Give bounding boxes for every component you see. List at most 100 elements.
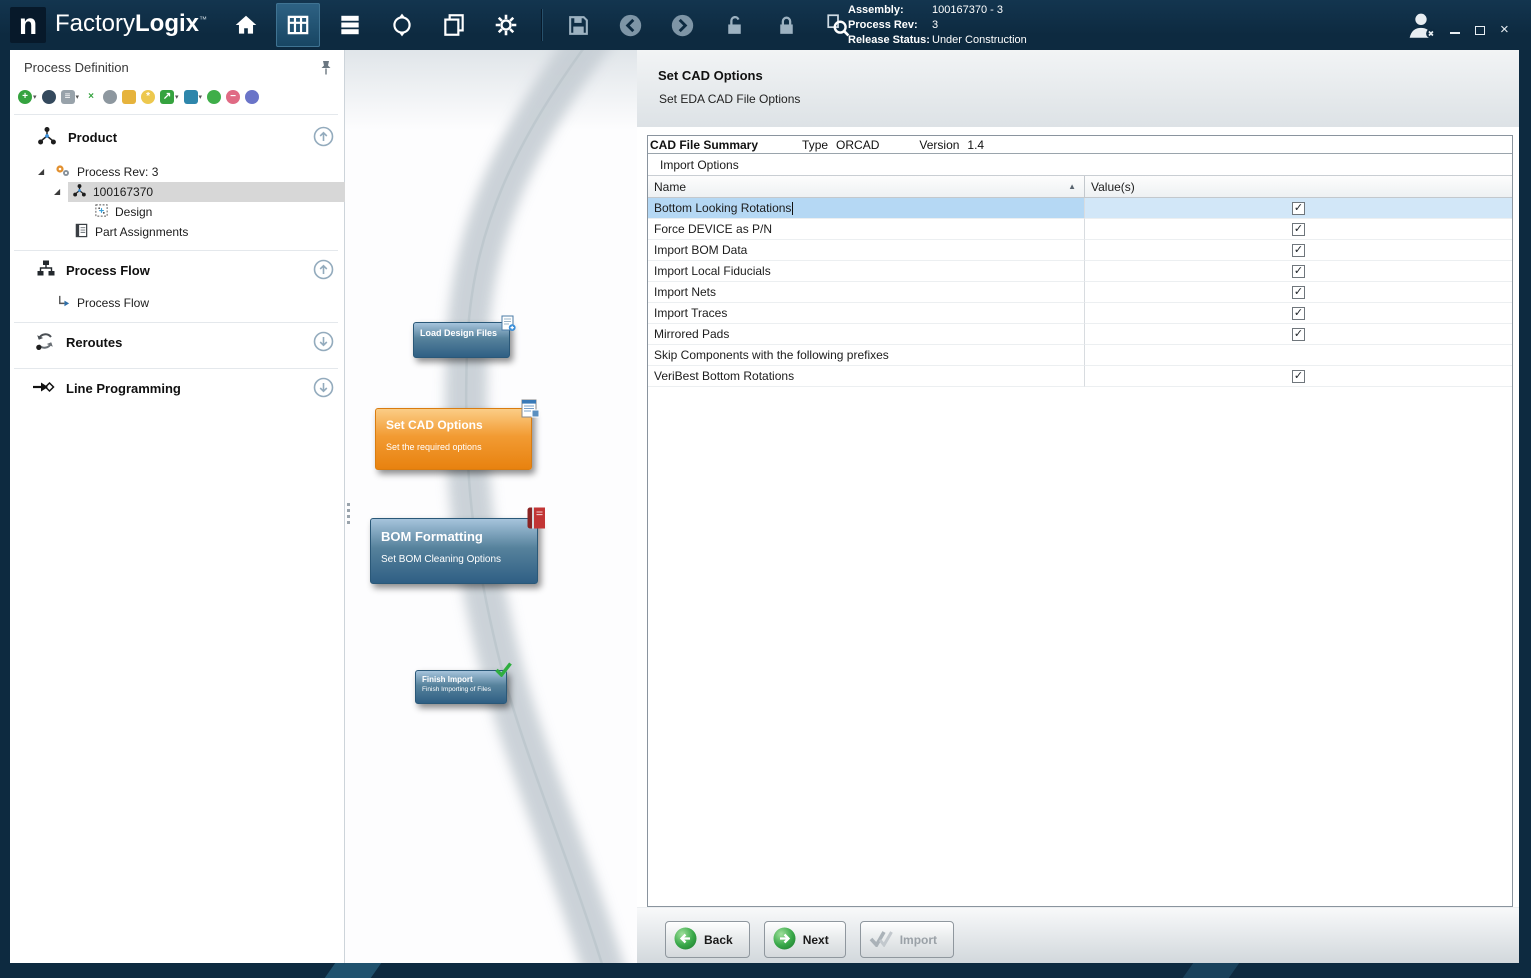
table-row[interactable]: Force DEVICE as P/N ✓	[648, 219, 1512, 240]
tree-item-process-rev[interactable]: Process Rev: 3	[54, 162, 334, 182]
table-row[interactable]: VeriBest Bottom Rotations ✓	[648, 366, 1512, 387]
settings-gear-icon[interactable]	[484, 3, 528, 47]
option-name[interactable]: Force DEVICE as P/N	[648, 219, 1085, 240]
split-icon[interactable]: ×	[84, 90, 98, 104]
user-account-icon[interactable]	[1404, 8, 1438, 42]
maximize-button[interactable]	[1475, 26, 1485, 35]
import-options-header: Import Options	[648, 154, 1512, 176]
option-name[interactable]: Bottom Looking Rotations	[648, 198, 1085, 219]
option-value-cell[interactable]: ✓	[1085, 198, 1512, 219]
column-header-values[interactable]: Value(s)	[1085, 176, 1512, 197]
documents-icon[interactable]	[432, 3, 476, 47]
option-name[interactable]: Mirrored Pads	[648, 324, 1085, 345]
close-button[interactable]: ×	[1500, 24, 1509, 36]
table-row[interactable]: Import BOM Data ✓	[648, 240, 1512, 261]
flask-icon[interactable]	[122, 90, 136, 104]
print-icon[interactable]: ≡▾	[61, 90, 80, 104]
step-title: Set CAD Options	[386, 418, 521, 432]
table-row[interactable]: Bottom Looking Rotations ✓	[648, 198, 1512, 219]
import-label: Import	[900, 933, 937, 947]
expand-down-button-reroutes[interactable]	[313, 331, 334, 352]
option-name[interactable]: Import Nets	[648, 282, 1085, 303]
option-value-cell[interactable]: ✓	[1085, 261, 1512, 282]
flow-step-set-cad-options[interactable]: Set CAD Options Set the required options	[375, 408, 532, 470]
save-icon[interactable]	[556, 3, 600, 47]
option-checkbox[interactable]: ✓	[1292, 307, 1305, 320]
forward-nav-icon[interactable]	[660, 3, 704, 47]
collapse-up-button-product[interactable]	[313, 126, 334, 147]
option-value-cell[interactable]: ✓	[1085, 240, 1512, 261]
option-name[interactable]: Import Local Fiducials	[648, 261, 1085, 282]
back-nav-icon[interactable]	[608, 3, 652, 47]
tree-expander[interactable]: ◢	[38, 167, 44, 176]
sidebar-section-line-programming[interactable]: Line Programming	[32, 373, 304, 403]
user-icon[interactable]	[103, 90, 117, 104]
star-icon[interactable]: *	[141, 90, 155, 104]
summary-label: CAD File Summary	[650, 138, 758, 152]
option-value-cell[interactable]: ✓	[1085, 282, 1512, 303]
option-checkbox[interactable]: ✓	[1292, 370, 1305, 383]
option-value-cell[interactable]: ✓	[1085, 219, 1512, 240]
flow-step-load-design-files[interactable]: Load Design Files	[413, 322, 510, 358]
web-icon[interactable]	[207, 90, 221, 104]
flow-step-finish-import[interactable]: Finish Import Finish Importing of Files	[415, 670, 507, 704]
process-definition-icon[interactable]	[276, 3, 320, 47]
option-value-cell[interactable]	[1085, 345, 1512, 366]
option-checkbox[interactable]: ✓	[1292, 286, 1305, 299]
tree-label-design: Design	[115, 205, 152, 219]
table-row[interactable]: Mirrored Pads ✓	[648, 324, 1512, 345]
option-value-cell[interactable]: ✓	[1085, 324, 1512, 345]
back-button[interactable]: Back	[665, 921, 750, 958]
import-button[interactable]: Import	[860, 921, 954, 958]
cube-icon[interactable]: ▾	[184, 90, 203, 104]
reroutes-icon	[34, 330, 56, 355]
dropdown-caret-icon: ▾	[33, 93, 37, 101]
pin-icon[interactable]	[320, 60, 332, 80]
materials-icon[interactable]	[328, 3, 372, 47]
next-button[interactable]: Next	[764, 921, 846, 958]
option-checkbox[interactable]: ✓	[1292, 328, 1305, 341]
option-checkbox[interactable]: ✓	[1292, 223, 1305, 236]
panel-splitter[interactable]	[345, 498, 351, 528]
table-row[interactable]: Import Local Fiducials ✓	[648, 261, 1512, 282]
option-name[interactable]: Import BOM Data	[648, 240, 1085, 261]
routing-icon[interactable]	[380, 3, 424, 47]
divider	[14, 322, 338, 323]
add-icon[interactable]: +▾	[18, 90, 37, 104]
remove-icon[interactable]: −	[226, 90, 240, 104]
option-value-cell[interactable]: ✓	[1085, 303, 1512, 324]
column-header-name[interactable]: Name ▲	[648, 176, 1085, 197]
expand-down-button-line-programming[interactable]	[313, 377, 334, 398]
step-subtitle: Set BOM Cleaning Options	[381, 554, 527, 565]
product-icon	[36, 125, 58, 150]
option-name-label: Skip Components with the following prefi…	[654, 348, 889, 362]
collapse-up-button-process-flow[interactable]	[313, 259, 334, 280]
tree-item-design[interactable]: Design	[94, 202, 334, 222]
option-checkbox[interactable]: ✓	[1292, 244, 1305, 257]
export-icon[interactable]: ↗▾	[160, 90, 179, 104]
table-row[interactable]: Import Nets ✓	[648, 282, 1512, 303]
option-value-cell[interactable]: ✓	[1085, 366, 1512, 387]
sidebar-section-reroutes[interactable]: Reroutes	[34, 327, 304, 357]
table-row[interactable]: Skip Components with the following prefi…	[648, 345, 1512, 366]
info-icon[interactable]	[245, 90, 259, 104]
sidebar-section-process-flow[interactable]: Process Flow	[36, 255, 304, 285]
step-title: Load Design Files	[420, 328, 503, 338]
tree-item-assembly[interactable]: 100167370	[68, 182, 345, 202]
lock-icon[interactable]	[764, 3, 808, 47]
tree-item-process-flow[interactable]: Process Flow	[56, 293, 336, 313]
option-name[interactable]: VeriBest Bottom Rotations	[648, 366, 1085, 387]
minimize-button[interactable]	[1450, 32, 1460, 34]
tree-item-part-assignments[interactable]: Part Assignments	[74, 222, 334, 242]
table-row[interactable]: Import Traces ✓	[648, 303, 1512, 324]
tree-expander[interactable]: ◢	[54, 187, 60, 196]
home-icon[interactable]	[224, 3, 268, 47]
globe-icon[interactable]	[42, 90, 56, 104]
unlock-icon[interactable]	[712, 3, 756, 47]
option-name[interactable]: Skip Components with the following prefi…	[648, 345, 1085, 366]
option-checkbox[interactable]: ✓	[1292, 202, 1305, 215]
flow-step-bom-formatting[interactable]: BOM Formatting Set BOM Cleaning Options	[370, 518, 538, 584]
option-checkbox[interactable]: ✓	[1292, 265, 1305, 278]
sidebar-section-product[interactable]: Product	[36, 122, 304, 152]
option-name[interactable]: Import Traces	[648, 303, 1085, 324]
